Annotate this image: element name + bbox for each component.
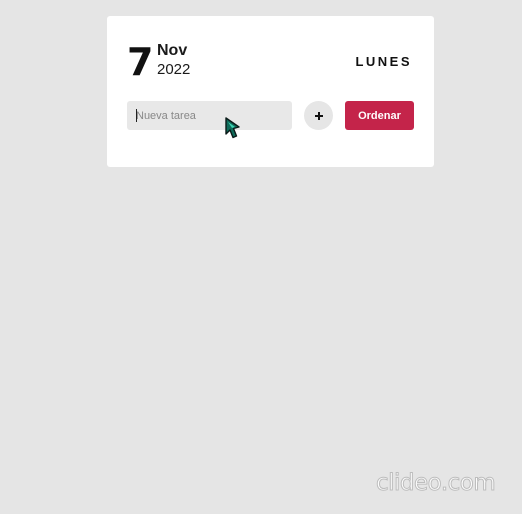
day-number: 7 <box>127 40 154 84</box>
mouse-cursor-icon <box>225 117 240 139</box>
sort-button[interactable]: Ordenar <box>345 101 414 130</box>
text-caret <box>136 109 137 122</box>
month-label: Nov <box>157 42 188 59</box>
weekday-label: LUNES <box>355 54 412 69</box>
add-task-button[interactable] <box>304 101 333 130</box>
todo-card: 7 Nov 2022 LUNES Ordenar <box>107 16 434 167</box>
month-year: Nov 2022 <box>157 42 217 79</box>
year-label: 2022 <box>157 61 191 78</box>
watermark: clideo.com <box>375 470 496 497</box>
plus-icon <box>314 111 323 120</box>
page: 7 Nov 2022 LUNES Ordenar clideo.com <box>0 0 522 514</box>
new-task-input[interactable] <box>127 101 292 130</box>
